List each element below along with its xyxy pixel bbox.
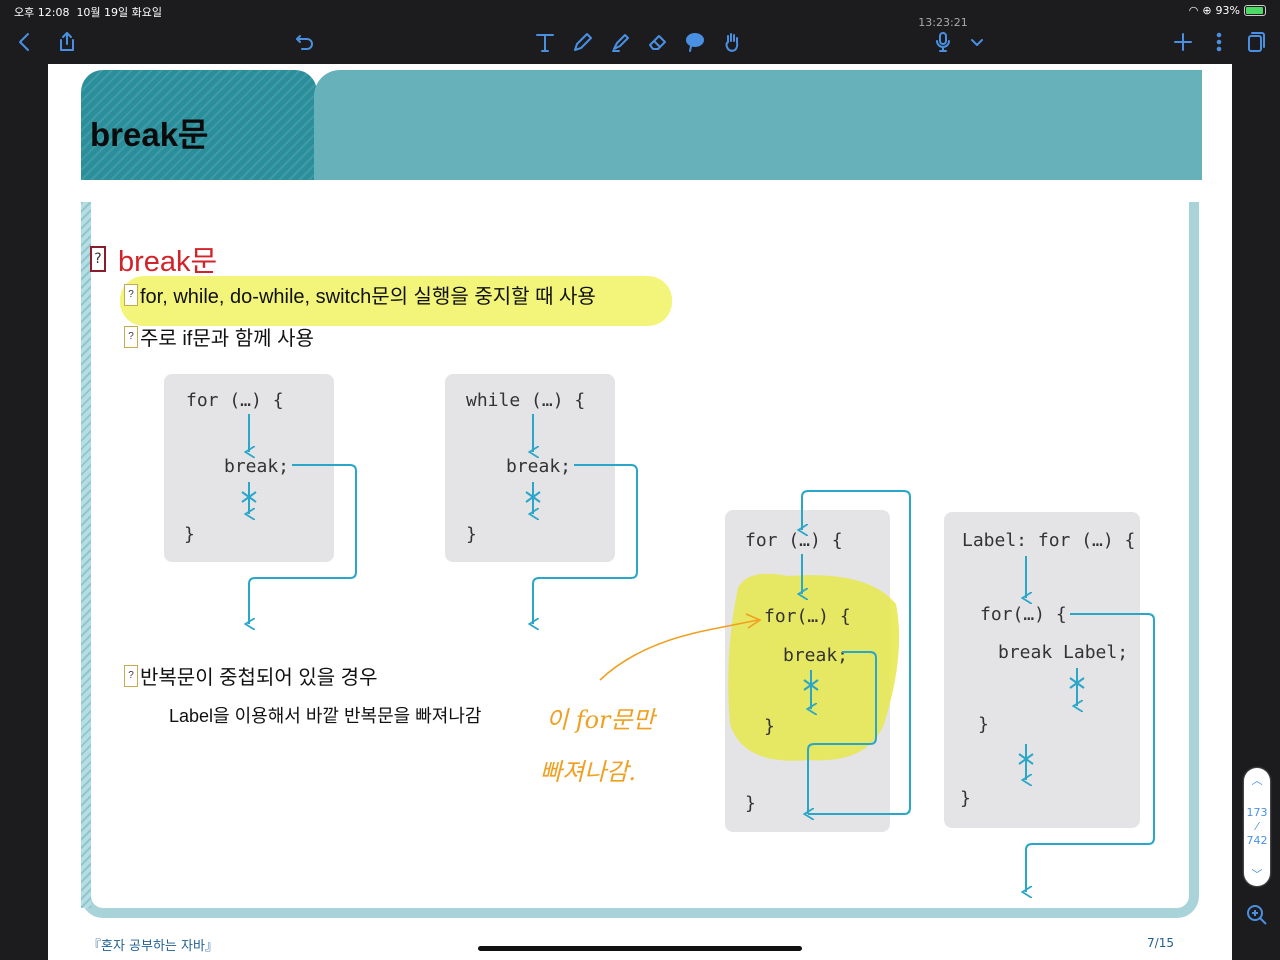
box1-line2: break; [224,456,289,477]
box3-line3: break; [783,645,848,666]
annotation-line1: 이 for문만 [546,706,658,734]
battery-text: 93% [1215,4,1240,17]
more-icon[interactable] [1204,26,1234,58]
wifi-icon: ◠ [1188,4,1199,17]
code-box-4 [944,512,1140,828]
chevron-up-icon[interactable]: ︿ [1252,772,1263,788]
footer-book-title: 『혼자 공부하는 자바』 [88,939,218,954]
microphone-icon[interactable] [928,26,958,58]
eraser-tool-icon[interactable] [643,26,673,58]
chevron-down-icon[interactable]: ﹀ [1252,866,1263,882]
app: 오후 12:08 10월 19일 화요일 ◠ ⊕ 93% 13:23:21 br… [0,0,1280,960]
share-icon[interactable] [52,26,82,58]
pager-divider: ⁄ [1256,820,1258,833]
status-time: 오후 12:08 10월 19일 화요일 [14,4,162,20]
zoom-icon[interactable] [1242,900,1272,930]
time-text: 오후 12:08 [14,6,70,19]
lasso-tool-icon[interactable] [680,26,710,58]
page-counter: 173 ⁄ 742 [1247,806,1268,848]
battery-icon [1244,5,1266,16]
back-icon[interactable] [10,26,40,58]
footer-page-number: 7/15 [1147,936,1174,950]
annotation-line2: 빠져나감. [540,758,636,786]
document-page[interactable]: break문 ? break문 ? for, while, do-while, … [48,64,1232,960]
lock-rotation-icon: ⊕ [1202,4,1212,17]
pages-icon[interactable] [1240,26,1270,58]
box4-line1: Label: for (…) { [962,530,1135,551]
box4-line5: } [960,788,971,809]
add-page-icon[interactable] [1168,26,1198,58]
date-text: 10월 19일 화요일 [76,6,163,19]
box4-line4: } [978,714,989,735]
home-indicator[interactable] [478,946,802,951]
hand-tool-icon[interactable] [717,26,747,58]
box1-line1: for (…) { [186,390,284,411]
box3-line2: for(…) { [764,606,851,627]
box3-line4: } [764,716,775,737]
status-bar: 오후 12:08 10월 19일 화요일 ◠ ⊕ 93% [0,0,1280,22]
highlighter-tool-icon[interactable] [606,26,636,58]
pen-tool-icon[interactable] [568,26,598,58]
status-right: ◠ ⊕ 93% [1189,4,1266,17]
box1-line3: } [184,524,195,545]
box2-line3: } [466,524,477,545]
pager-current: 173 [1246,806,1268,819]
page-scroller[interactable]: ︿ 173 ⁄ 742 ﹀ [1244,768,1270,886]
undo-icon[interactable] [290,26,320,58]
toolbar: 13:23:21 [0,16,1280,64]
break-flow-diagram: for (…) { break; } while (…) { break; } … [164,374,1155,960]
box2-line1: while (…) { [466,390,585,411]
box3-line1: for (…) { [745,530,843,551]
box4-line3: break Label; [998,642,1128,663]
box3-line5: } [745,793,756,814]
box4-line2: for(…) { [980,604,1067,625]
text-tool-icon[interactable] [530,26,560,58]
chevron-down-icon[interactable] [962,26,992,58]
pager-total: 742 [1246,834,1268,847]
slide-title: break문 [90,116,209,153]
box2-line2: break; [506,456,571,477]
nested-loop-highlight [728,573,900,761]
